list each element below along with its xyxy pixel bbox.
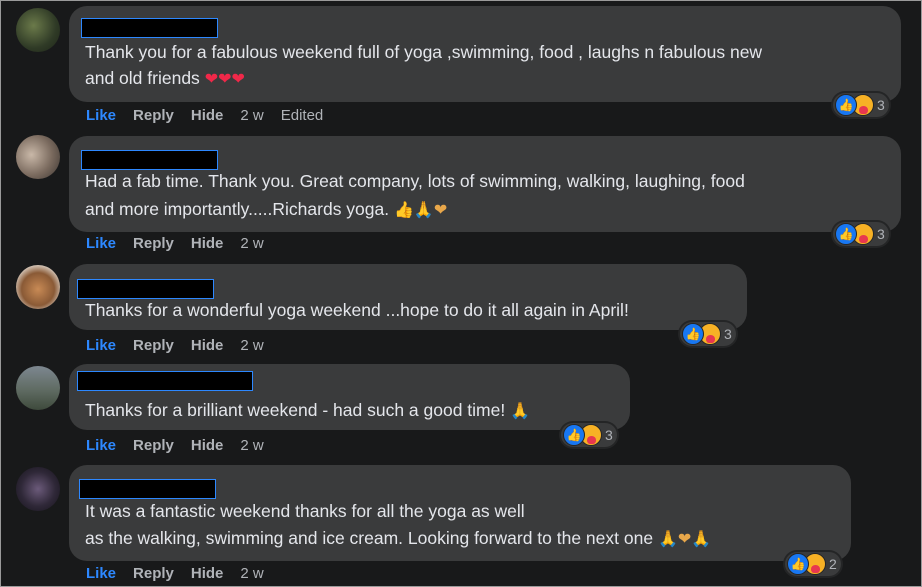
comment-text-line: as the walking, swimming and ice cream. … <box>85 525 835 552</box>
comment-actions: Like Reply Hide 2 w <box>86 565 281 582</box>
timestamp[interactable]: 2 w <box>240 565 263 582</box>
reaction-count: 3 <box>724 326 732 342</box>
comment-actions: Like Reply Hide 2 w Edited <box>86 107 340 124</box>
avatar[interactable] <box>16 467 60 511</box>
like-button[interactable]: Like <box>86 235 116 252</box>
reply-button[interactable]: Reply <box>133 235 174 252</box>
reaction-count: 3 <box>877 97 885 113</box>
like-button[interactable]: Like <box>86 437 116 454</box>
reaction-summary[interactable]: 👍 3 <box>680 322 736 346</box>
author-name-redacted[interactable] <box>81 18 218 38</box>
comment-text-line: It was a fantastic weekend thanks for al… <box>85 501 525 521</box>
comment-text-line: Thank you for a fabulous weekend full of… <box>85 42 763 62</box>
comments-panel: Thank you for a fabulous weekend full of… <box>0 0 922 587</box>
timestamp[interactable]: 2 w <box>240 437 263 454</box>
author-name-redacted[interactable] <box>77 279 214 299</box>
avatar[interactable] <box>16 135 60 179</box>
comment-text-line: and more importantly.....Richards yoga. … <box>85 196 885 223</box>
avatar[interactable] <box>16 265 60 309</box>
comment-text-line: Thanks for a wonderful yoga weekend ...h… <box>85 300 629 320</box>
reaction-summary[interactable]: 👍 2 <box>785 552 841 576</box>
reply-button[interactable]: Reply <box>133 437 174 454</box>
like-reaction-icon: 👍 <box>835 94 857 116</box>
comment-text-fragment: and old friends <box>85 68 200 88</box>
like-button[interactable]: Like <box>86 107 116 124</box>
author-name-redacted[interactable] <box>77 371 253 391</box>
timestamp[interactable]: 2 w <box>240 235 263 252</box>
author-name-redacted[interactable] <box>81 150 218 170</box>
comment-bubble: Thanks for a wonderful yoga weekend ...h… <box>69 264 747 330</box>
pray-emoji-icon: 🙏 <box>510 401 531 420</box>
comment-bubble: Had a fab time. Thank you. Great company… <box>69 136 901 232</box>
reaction-count: 3 <box>877 226 885 242</box>
reply-button[interactable]: Reply <box>133 107 174 124</box>
heart-emoji-icon: ❤❤❤ <box>204 69 245 88</box>
comment-bubble: Thanks for a brilliant weekend - had suc… <box>69 364 630 430</box>
comment-actions: Like Reply Hide 2 w <box>86 437 281 454</box>
like-reaction-icon: 👍 <box>682 323 704 345</box>
hide-button[interactable]: Hide <box>191 107 224 124</box>
like-button[interactable]: Like <box>86 565 116 582</box>
hide-button[interactable]: Hide <box>191 337 224 354</box>
comment-text-line: and old friends ❤❤❤ <box>85 65 885 92</box>
comment-text-fragment: as the walking, swimming and ice cream. … <box>85 528 654 548</box>
comment-text-fragment: Thanks for a brilliant weekend - had suc… <box>85 400 506 420</box>
edited-label[interactable]: Edited <box>281 107 324 124</box>
like-button[interactable]: Like <box>86 337 116 354</box>
comment-text-fragment: and more importantly.....Richards yoga. <box>85 199 390 219</box>
pray-heart-emoji-icon: 🙏❤🙏 <box>657 529 712 548</box>
reaction-summary[interactable]: 👍 3 <box>833 222 889 246</box>
comment-bubble: It was a fantastic weekend thanks for al… <box>69 465 851 561</box>
hide-button[interactable]: Hide <box>191 235 224 252</box>
comment-text-line: Had a fab time. Thank you. Great company… <box>85 171 745 191</box>
reply-button[interactable]: Reply <box>133 337 174 354</box>
reaction-summary[interactable]: 👍 3 <box>561 423 617 447</box>
comment-actions: Like Reply Hide 2 w <box>86 337 281 354</box>
reaction-count: 2 <box>829 556 837 572</box>
reply-button[interactable]: Reply <box>133 565 174 582</box>
comment-bubble: Thank you for a fabulous weekend full of… <box>69 6 901 102</box>
avatar[interactable] <box>16 366 60 410</box>
thumbs-pray-heart-emoji-icon: 👍🙏❤ <box>394 200 448 219</box>
comment-text-line: Thanks for a brilliant weekend - had suc… <box>85 397 614 424</box>
avatar[interactable] <box>16 8 60 52</box>
reaction-count: 3 <box>605 427 613 443</box>
comment-actions: Like Reply Hide 2 w <box>86 235 281 252</box>
author-name-redacted[interactable] <box>79 479 216 499</box>
like-reaction-icon: 👍 <box>835 223 857 245</box>
hide-button[interactable]: Hide <box>191 437 224 454</box>
like-reaction-icon: 👍 <box>563 424 585 446</box>
reaction-summary[interactable]: 👍 3 <box>833 93 889 117</box>
timestamp[interactable]: 2 w <box>240 337 263 354</box>
hide-button[interactable]: Hide <box>191 565 224 582</box>
timestamp[interactable]: 2 w <box>240 107 263 124</box>
like-reaction-icon: 👍 <box>787 553 809 575</box>
